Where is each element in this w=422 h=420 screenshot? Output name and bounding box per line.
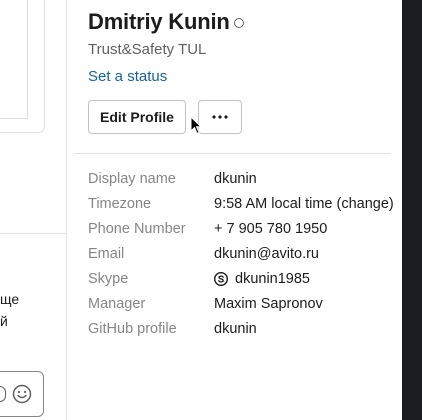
section-divider [74, 153, 391, 154]
edit-profile-button[interactable]: Edit Profile [88, 100, 186, 134]
field-value-phone[interactable]: + 7 905 780 1950 [214, 221, 327, 237]
set-status-link[interactable]: Set a status [88, 68, 167, 85]
field-label-phone: Phone Number [88, 221, 186, 237]
profile-name: Dmitriy Kunin [88, 9, 230, 34]
profile-title: Trust&Safety TUL [88, 41, 207, 58]
left-separator [0, 233, 66, 234]
field-label-manager: Manager [88, 296, 146, 312]
field-value-manager[interactable]: Maxim Sapronov [214, 296, 323, 312]
more-actions-button[interactable] [198, 100, 242, 134]
field-value-timezone[interactable]: 9:58 AM local time (change) [214, 196, 394, 212]
field-value-github[interactable]: dkunin [214, 321, 257, 337]
skype-icon [214, 272, 228, 286]
left-message-text: ще [0, 291, 20, 307]
more-horizontal-icon [212, 115, 228, 119]
skype-handle[interactable]: dkunin1985 [235, 271, 310, 287]
field-value-email[interactable]: dkunin@avito.ru [214, 246, 319, 262]
field-value-display-name: dkunin [214, 171, 257, 187]
field-value-skype[interactable]: dkunin1985 [214, 271, 310, 287]
emoji-icon[interactable] [12, 384, 32, 404]
left-pane: ще й [0, 0, 66, 420]
left-message-text: й [0, 313, 8, 329]
pane-divider [66, 0, 67, 420]
field-label-skype: Skype [88, 271, 129, 287]
field-label-timezone: Timezone [88, 196, 152, 212]
presence-away-icon [234, 18, 244, 28]
app-sidebar-edge [402, 0, 422, 420]
left-card-inner [0, 0, 28, 119]
field-label-github: GitHub profile [88, 321, 177, 337]
field-label-display-name: Display name [88, 171, 176, 187]
field-label-email: Email [88, 246, 125, 262]
mouse-cursor-icon [190, 116, 202, 135]
